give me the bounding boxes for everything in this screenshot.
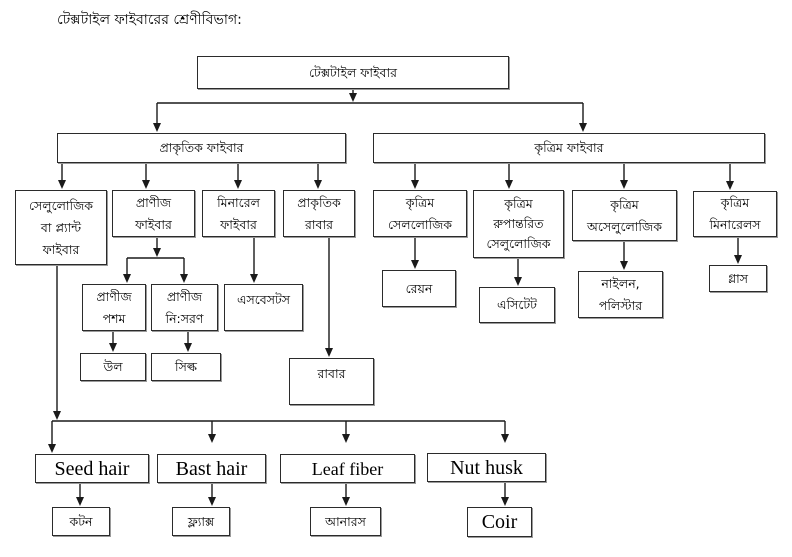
classification-diagram: টেক্সটাইল ফাইবারের শ্রেণীবিভাগ: টেক্সটাই… xyxy=(0,0,792,557)
node-nylon-polyester: নাইলন, পলিস্টার xyxy=(578,271,663,318)
arrowhead-down-icon xyxy=(153,248,161,257)
arrowhead-down-icon xyxy=(411,260,419,269)
connector-regenerated-to-acetate xyxy=(514,258,522,286)
arrowhead-down-icon xyxy=(109,343,117,352)
arrowhead-down-icon xyxy=(208,497,216,506)
connector-to-bast-hair xyxy=(208,421,216,443)
arrowhead-down-icon xyxy=(325,348,333,357)
arrowhead-down-icon xyxy=(349,93,357,102)
arrowhead-down-icon xyxy=(153,123,161,132)
connector-to-synthetic xyxy=(579,103,587,132)
arrowhead-down-icon xyxy=(58,180,66,189)
arrowhead-down-icon xyxy=(726,181,734,190)
node-leaf-fiber: Leaf fiber xyxy=(280,454,415,483)
arrowhead-down-icon xyxy=(123,274,131,283)
arrowhead-down-icon xyxy=(48,444,56,453)
connector-cellulosic-stem xyxy=(53,265,61,420)
node-natural-rubber: প্রাকৃতিক রাবার xyxy=(283,190,355,237)
connector-natural-to-mineral xyxy=(234,163,242,189)
node-synthetic-regenerated-cellulosic: কৃত্রিম রুপান্তরিত সেলুলোজিক xyxy=(473,190,564,258)
connector-syn-mineral-to-glass xyxy=(734,237,742,264)
node-cellulosic-plant-fiber: সেলুলোজিক বা প্ল্যান্ট ফাইবার xyxy=(15,190,107,265)
node-silk: সিল্ক xyxy=(151,353,221,381)
node-animal-hair: প্রাণীজ পশম xyxy=(82,284,146,331)
arrowhead-down-icon xyxy=(505,180,513,189)
arrowhead-down-icon xyxy=(514,277,522,286)
node-nut-husk: Nut husk xyxy=(427,453,546,482)
connector-synthetic-to-regenerated xyxy=(505,163,513,189)
connector-synthetic-to-mineral xyxy=(726,163,734,190)
arrowhead-down-icon xyxy=(734,255,742,264)
connector-to-natural xyxy=(153,103,161,132)
node-rubber: রাবার xyxy=(289,358,374,405)
arrowhead-down-icon xyxy=(180,274,188,283)
arrowhead-down-icon xyxy=(342,497,350,506)
connector-animal-to-secretion xyxy=(180,258,188,283)
arrowhead-down-icon xyxy=(142,180,150,189)
arrowhead-down-icon xyxy=(314,180,322,189)
node-synthetic-noncellulosic: কৃত্রিম অসেলুলোজিক xyxy=(572,190,677,241)
arrowhead-down-icon xyxy=(579,123,587,132)
connector-to-nut-husk xyxy=(501,421,509,443)
node-cotton: কটন xyxy=(52,507,110,536)
connector-animal-to-hair xyxy=(123,258,131,283)
connector-bast-to-flax xyxy=(208,483,216,506)
node-mineral-fiber: মিনারেল ফাইবার xyxy=(202,190,275,237)
connector-natural-to-cellulosic xyxy=(58,163,66,189)
arrowhead-down-icon xyxy=(250,274,258,283)
connector-to-leaf-fiber xyxy=(342,421,350,443)
connector-natural-to-animal xyxy=(142,163,150,189)
arrowhead-down-icon xyxy=(620,261,628,270)
arrowhead-down-icon xyxy=(208,434,216,443)
node-synthetic-fiber: কৃত্রিম ফাইবার xyxy=(373,133,765,163)
node-flax: ফ্ল্যাক্স xyxy=(172,507,230,536)
connector-synthetic-to-noncellulosic xyxy=(620,163,628,189)
arrowhead-down-icon xyxy=(234,180,242,189)
node-animal-fiber: প্রাণীজ ফাইবার xyxy=(112,190,195,237)
node-acetate: এসিটেট xyxy=(479,287,555,323)
node-synthetic-cellulosic: কৃত্রিম সেললোজিক xyxy=(373,190,467,237)
node-animal-secretion: প্রাণীজ নি:সরণ xyxy=(151,284,218,331)
connector-seed-to-cotton xyxy=(76,483,84,506)
node-seed-hair: Seed hair xyxy=(35,454,149,483)
arrowhead-down-icon xyxy=(76,497,84,506)
connector-nut-to-coir xyxy=(501,482,509,506)
node-bast-hair: Bast hair xyxy=(157,454,266,483)
arrowhead-down-icon xyxy=(342,434,350,443)
connector-to-seed-hair xyxy=(48,421,56,453)
connector-synthetic-to-cellulosic xyxy=(411,163,419,189)
connector-natural-rubber-to-rubber xyxy=(325,237,333,357)
node-coir: Coir xyxy=(467,507,532,537)
arrowhead-down-icon xyxy=(620,180,628,189)
connector-secretion-to-silk xyxy=(184,331,192,352)
connector-natural-to-rubber xyxy=(314,163,322,189)
arrowhead-down-icon xyxy=(501,434,509,443)
node-textile-fiber: টেক্সটাইল ফাইবার xyxy=(197,56,509,89)
node-pineapple: আনারস xyxy=(310,507,381,536)
connector-leaf-to-pineapple xyxy=(342,483,350,506)
connector-syn-cellulosic-to-rayon xyxy=(411,237,419,269)
connector-mineral-to-asbestos xyxy=(250,237,258,283)
connector-hair-to-wool xyxy=(109,331,117,352)
node-natural-fiber: প্রাকৃতিক ফাইবার xyxy=(57,133,346,163)
node-wool: উল xyxy=(80,353,146,381)
arrowhead-down-icon xyxy=(184,343,192,352)
node-glass: গ্লাস xyxy=(709,265,767,292)
arrowhead-down-icon xyxy=(501,497,509,506)
connector-noncellulosic-to-nylon xyxy=(620,241,628,270)
node-synthetic-mineral: কৃত্রিম মিনারেলস xyxy=(693,191,777,237)
arrowhead-down-icon xyxy=(53,411,61,420)
node-asbestos: এসবেসটস xyxy=(224,284,303,331)
node-rayon: রেয়ন xyxy=(382,270,456,307)
connector-animal-stem xyxy=(153,237,161,257)
connector-root-stem xyxy=(349,89,357,102)
arrowhead-down-icon xyxy=(411,180,419,189)
